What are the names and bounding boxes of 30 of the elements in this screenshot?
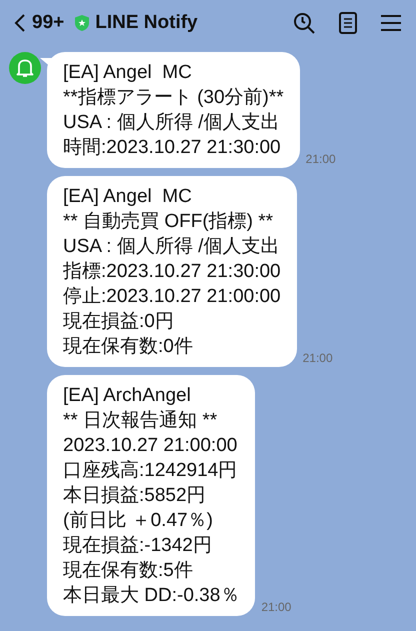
message-line: 2023.10.27 21:00:00 [63,434,238,458]
menu-icon[interactable] [380,13,402,33]
message-line: 本日損益:5852円 [63,484,207,508]
message-line: [EA] ArchAngel [63,384,192,408]
bell-avatar-icon[interactable] [9,52,41,84]
message-line: USA : 個人所得 /個人支出 [63,111,280,135]
message-line: (前日比 ＋0.47％) [63,509,214,533]
message-line: [EA] Angel MC [63,185,193,209]
message-time: 21:00 [261,600,292,614]
message-line: 現在損益:-1342円 [63,534,213,558]
message-line: 口座残高:1242914円 [63,459,238,483]
message-line: 停止:2023.10.27 21:00:00 [63,285,281,309]
message-line: 現在保有数:5件 [63,559,194,583]
back-icon [14,13,26,33]
message-time: 21:00 [306,152,336,166]
message-line: 時間:2023.10.27 21:30:00 [63,136,282,160]
search-icon[interactable] [292,11,316,35]
message-line: 現在損益:0円 [63,310,175,334]
message-line: 本日最大 DD:-0.38％ [63,584,240,608]
message-line: 指標:2023.10.27 21:30:00 [63,260,281,284]
message-time: 21:00 [302,351,333,365]
message-line: USA : 個人所得 /個人支出 [63,235,280,259]
chat-title: LINE Notify [95,12,198,34]
message-line: **指標アラート (30分前)** [63,86,284,110]
notes-icon[interactable] [338,11,358,35]
message-line: ** 日次報告通知 ** [63,409,218,433]
message-line: [EA] Angel MC [63,61,193,85]
message-line: ** 自動売買 OFF(指標) ** [63,210,274,234]
message-line: 現在保有数:0件 [63,335,194,359]
back-button[interactable]: 99+ [14,12,64,34]
